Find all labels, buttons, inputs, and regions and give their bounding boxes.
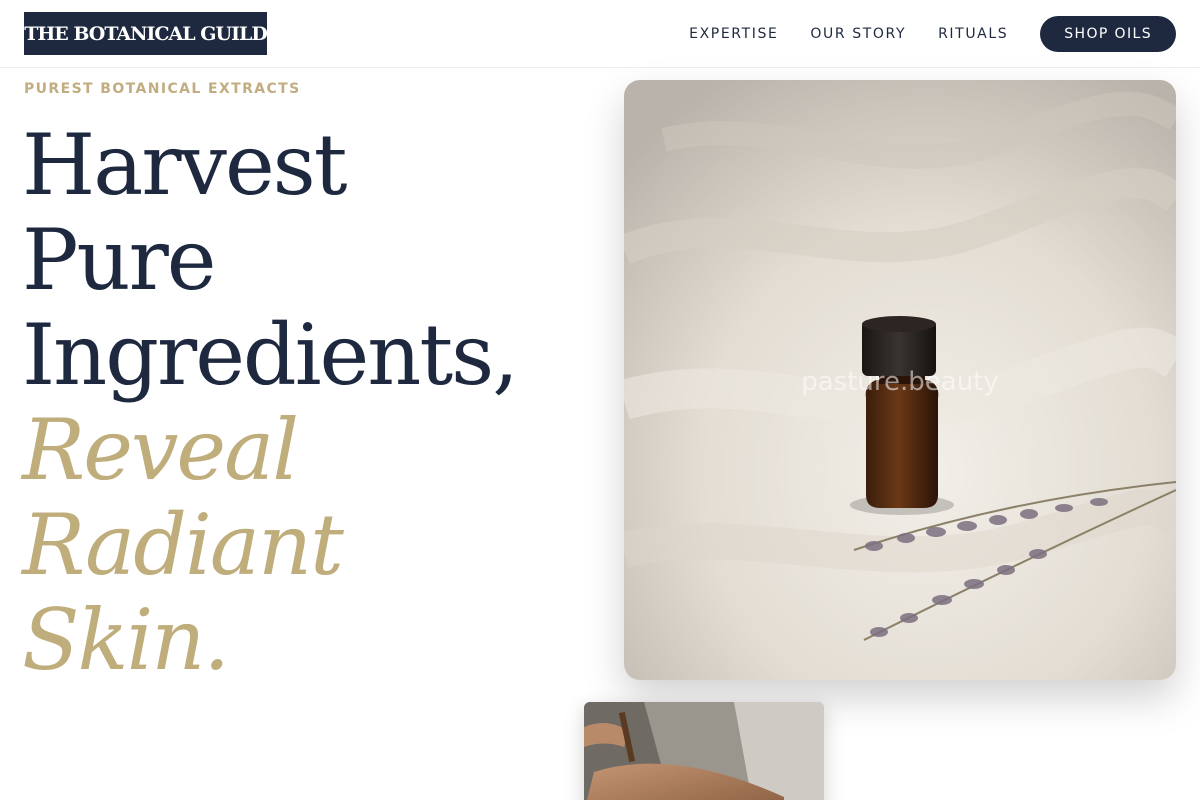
headline-line-4: Reveal <box>22 401 299 499</box>
nav-link-rituals[interactable]: RITUALS <box>938 26 1008 42</box>
shop-oils-button[interactable]: SHOP OILS <box>1040 16 1176 52</box>
brand-logo[interactable]: THE BOTANICAL GUILD <box>24 12 268 55</box>
image-watermark: pasture.beauty <box>801 367 999 397</box>
headline-line-1: Harvest <box>22 116 348 214</box>
nav-link-expertise[interactable]: EXPERTISE <box>689 26 778 42</box>
hero-product-image: pasture.beauty <box>624 80 1176 680</box>
headline-line-6: Skin. <box>22 591 230 689</box>
dropper-photo <box>584 702 824 800</box>
dropper-application-image <box>584 702 824 800</box>
hero-headline: Harvest Pure Ingredients, Reveal Radiant… <box>22 116 519 689</box>
headline-line-5: Radiant <box>22 496 344 594</box>
headline-line-2: Pure <box>22 211 216 309</box>
hero-eyebrow: PUREST BOTANICAL EXTRACTS <box>24 81 301 97</box>
main-nav: EXPERTISE OUR STORY RITUALS SHOP OILS <box>689 16 1176 52</box>
site-header: THE BOTANICAL GUILD EXPERTISE OUR STORY … <box>0 0 1200 68</box>
headline-line-3: Ingredients, <box>22 306 519 404</box>
nav-link-our-story[interactable]: OUR STORY <box>810 26 906 42</box>
